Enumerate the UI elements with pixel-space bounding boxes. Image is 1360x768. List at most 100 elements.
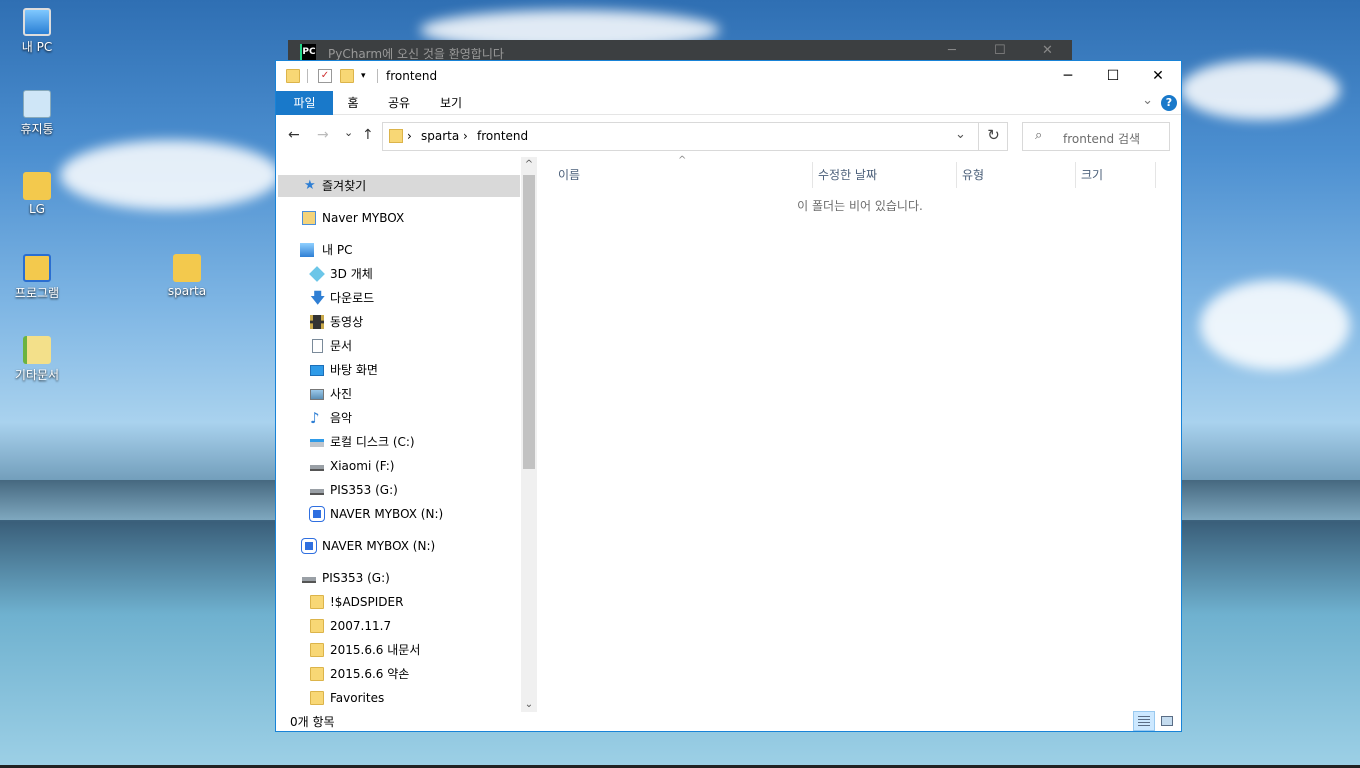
nav-item-label: 2015.6.6 약손 [330, 667, 410, 681]
nav-item-favorites[interactable]: ★ 즐겨찾기 [278, 175, 520, 197]
expand-ribbon-icon[interactable]: ⌄ [1142, 93, 1153, 108]
document-icon [312, 339, 323, 353]
breadcrumb-separator[interactable]: › [463, 129, 468, 143]
tab-file[interactable]: 파일 [276, 91, 333, 115]
nav-pane-scrollbar[interactable]: ^ ⌄ [521, 157, 537, 712]
breadcrumb-frontend[interactable]: frontend [477, 129, 528, 143]
nav-item-music[interactable]: ♪ 음악 [278, 407, 520, 429]
nav-item-this-pc[interactable]: 내 PC [278, 239, 520, 261]
nav-item-desktop[interactable]: 바탕 화면 [278, 359, 520, 381]
nav-item-2007-11-7[interactable]: 2007.11.7 [278, 615, 520, 637]
nav-item-pis353-g-root[interactable]: PIS353 (G:) [278, 567, 520, 589]
nav-item-naver-mybox-n[interactable]: NAVER MYBOX (N:) [278, 503, 520, 525]
mybox-drive-icon [310, 507, 324, 521]
details-view-button[interactable] [1133, 711, 1155, 731]
drive-icon [310, 489, 324, 495]
column-header-name[interactable]: 이름 [558, 162, 580, 188]
nav-item-label: 동영상 [330, 315, 364, 329]
search-input[interactable]: ⌕ frontend 검색 [1022, 122, 1170, 151]
pycharm-maximize-icon[interactable]: ☐ [994, 43, 1006, 58]
desktop-icon-other-docs[interactable]: 기타문서 [2, 336, 72, 383]
download-icon: 🡇 [310, 289, 326, 307]
minimize-button[interactable]: ─ [1045, 61, 1091, 91]
properties-icon[interactable]: ✓ [318, 69, 332, 83]
new-folder-icon[interactable] [340, 69, 354, 83]
tab-home[interactable]: 홈 [338, 91, 368, 115]
maximize-button[interactable]: ☐ [1090, 61, 1136, 91]
scroll-up-icon[interactable]: ^ [521, 159, 537, 170]
3d-objects-icon [309, 266, 325, 282]
nav-item-3d-objects[interactable]: 3D 개체 [278, 263, 520, 285]
nav-item-favorites-folder[interactable]: Favorites [278, 687, 520, 709]
pycharm-close-icon[interactable]: ✕ [1042, 43, 1053, 58]
large-icons-view-button[interactable] [1156, 711, 1178, 731]
cloud [1180, 60, 1340, 120]
file-list-pane[interactable]: ^ 이름 수정한 날짜 유형 크기 이 폴더는 비어 있습니다. [538, 155, 1182, 712]
nav-item-local-disk-c[interactable]: 로컬 디스크 (C:) [278, 431, 520, 453]
title-separator [377, 69, 378, 83]
nav-item-adspider[interactable]: !$ADSPIDER [278, 591, 520, 613]
desktop-icon-label: sparta [167, 284, 207, 298]
tab-view[interactable]: 보기 [434, 91, 468, 115]
search-icon: ⌕ [1035, 128, 1043, 143]
desktop-icon-my-pc[interactable]: 내 PC [2, 8, 72, 55]
pycharm-window[interactable]: PC PyCharm에 오신 것을 환영합니다 ─ ☐ ✕ [288, 40, 1072, 62]
nav-item-label: 2007.11.7 [330, 619, 392, 633]
pycharm-minimize-icon[interactable]: ─ [948, 43, 956, 58]
recycle-bin-icon [23, 90, 51, 118]
scrollbar-thumb[interactable] [523, 175, 535, 469]
nav-item-naver-mybox-n-root[interactable]: NAVER MYBOX (N:) [278, 535, 520, 557]
nav-item-naver-mybox[interactable]: Naver MYBOX [278, 207, 520, 229]
music-icon: ♪ [310, 409, 320, 427]
refresh-button[interactable]: ↻ [978, 122, 1008, 151]
tab-share[interactable]: 공유 [382, 91, 416, 115]
customize-quick-access-icon[interactable]: ▾ [361, 69, 375, 83]
nav-item-documents[interactable]: 문서 [278, 335, 520, 357]
folder-icon [310, 667, 324, 681]
status-bar: 0개 항목 [276, 711, 1181, 732]
folder-icon [310, 595, 324, 609]
help-icon[interactable]: ? [1161, 95, 1177, 111]
nav-item-label: 2015.6.6 내문서 [330, 643, 421, 657]
nav-item-xiaomi-f[interactable]: Xiaomi (F:) [278, 455, 520, 477]
nav-item-2015-6-6-yakson[interactable]: 2015.6.6 약손 [278, 663, 520, 685]
nav-item-pictures[interactable]: 사진 [278, 383, 520, 405]
nav-item-label: NAVER MYBOX (N:) [330, 507, 444, 521]
column-header-size[interactable]: 크기 [1081, 162, 1103, 188]
column-header-type[interactable]: 유형 [962, 162, 984, 188]
column-separator[interactable] [812, 162, 813, 188]
up-button[interactable]: ↑ [362, 127, 374, 143]
breadcrumb-sparta[interactable]: sparta [421, 129, 459, 143]
column-header-date-modified[interactable]: 수정한 날짜 [818, 162, 877, 188]
address-dropdown-icon[interactable]: ⌄ [955, 127, 966, 142]
breadcrumb-separator[interactable]: › [407, 129, 412, 143]
nav-item-label: PIS353 (G:) [330, 483, 398, 497]
nav-item-label: 다운로드 [330, 291, 375, 305]
nav-item-videos[interactable]: 동영상 [278, 311, 520, 333]
nav-item-label: 3D 개체 [330, 267, 373, 281]
scroll-down-icon[interactable]: ⌄ [521, 699, 537, 710]
forward-button[interactable]: → [317, 127, 329, 143]
back-button[interactable]: ← [288, 127, 300, 143]
desktop-icon-lg[interactable]: LG [2, 172, 72, 216]
nav-item-label: 문서 [330, 339, 353, 353]
pictures-icon [310, 389, 324, 400]
star-icon: ★ [304, 178, 316, 193]
column-separator[interactable] [1075, 162, 1076, 188]
title-bar[interactable]: ✓ ▾ frontend ─ ☐ ✕ [276, 61, 1181, 91]
nav-item-2015-6-6-mydocs[interactable]: 2015.6.6 내문서 [278, 639, 520, 661]
nav-item-label: PIS353 (G:) [322, 571, 390, 585]
desktop-icon-recycle-bin[interactable]: 휴지통 [2, 90, 72, 137]
desktop-icon-sparta[interactable]: sparta [152, 254, 222, 298]
nav-item-pis353-g[interactable]: PIS353 (G:) [278, 479, 520, 501]
search-placeholder: frontend 검색 [1063, 132, 1141, 146]
nav-item-label: 사진 [330, 387, 353, 401]
address-bar[interactable]: › sparta › frontend ⌄ [382, 122, 1008, 151]
nav-item-downloads[interactable]: 🡇 다운로드 [278, 287, 520, 309]
column-separator[interactable] [956, 162, 957, 188]
close-button[interactable]: ✕ [1135, 61, 1181, 91]
column-separator[interactable] [1155, 162, 1156, 188]
nav-item-label: 로컬 디스크 (C:) [330, 435, 415, 449]
recent-locations-button[interactable]: ⌄ [344, 126, 353, 139]
desktop-icon-programs[interactable]: 프로그램 [2, 254, 72, 301]
